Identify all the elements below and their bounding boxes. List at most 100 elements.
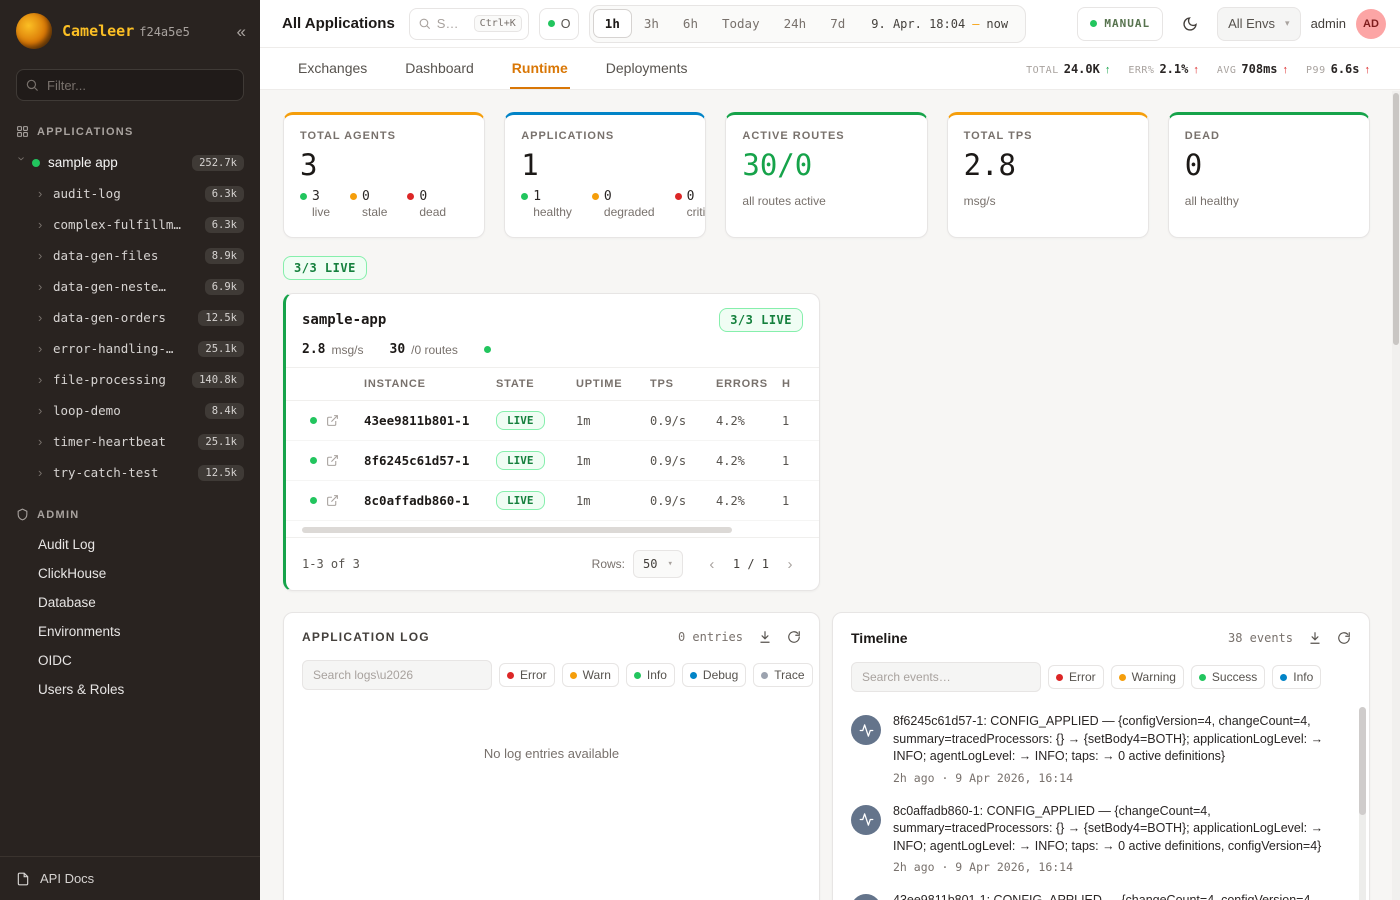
- instance-row[interactable]: 8f6245c61d57-1 LIVE 1m 0.9/s 4.2% 1: [286, 441, 819, 481]
- sidebar-item-environments[interactable]: Environments: [0, 617, 260, 646]
- overview-live-badge: 3/3 LIVE: [283, 256, 367, 280]
- count-badge: 140.8k: [192, 372, 244, 388]
- substats: 3 live 0 stale 0 dead: [300, 189, 468, 219]
- tab-runtime[interactable]: Runtime: [510, 48, 570, 89]
- time-range-7d[interactable]: 7d: [818, 9, 857, 38]
- timeline-scrollbar-thumb[interactable]: [1359, 707, 1366, 815]
- prev-page-button[interactable]: ‹: [699, 551, 725, 577]
- sidebar-item-audit-log-admin[interactable]: Audit Log: [0, 530, 260, 559]
- stat-card-applications: APPLICATIONS 1 1 healthy 0 degraded 0: [504, 112, 706, 238]
- sidebar-item-try-catch-test[interactable]: › try-catch-test 12.5k: [0, 457, 260, 488]
- chevron-right-icon[interactable]: ›: [38, 310, 53, 325]
- download-button[interactable]: [1308, 631, 1322, 645]
- substat-live: 3 live: [300, 189, 330, 219]
- sidebar-item-data-gen-orders[interactable]: › data-gen-orders 12.5k: [0, 302, 260, 333]
- time-range-6h[interactable]: 6h: [671, 9, 710, 38]
- instance-row[interactable]: 8c0affadb860-1 LIVE 1m 0.9/s 4.2% 1: [286, 481, 819, 521]
- window-scrollbar-thumb[interactable]: [1393, 93, 1399, 345]
- global-search-input[interactable]: S… Ctrl+K: [409, 8, 529, 40]
- time-range-24h[interactable]: 24h: [772, 9, 819, 38]
- instance-tps: 0.9/s: [650, 494, 716, 508]
- tab-exchanges[interactable]: Exchanges: [296, 48, 369, 89]
- external-link-icon[interactable]: [326, 414, 364, 427]
- connection-status-pill[interactable]: O: [539, 8, 579, 40]
- chevron-down-icon[interactable]: ›: [15, 157, 30, 169]
- instance-row[interactable]: 43ee9811b801-1 LIVE 1m 0.9/s 4.2% 1: [286, 401, 819, 441]
- substat-stale: 0 stale: [350, 189, 387, 219]
- timeline-search-input[interactable]: [851, 662, 1041, 692]
- user-name: admin: [1311, 16, 1346, 31]
- sidebar-item-data-gen-nested[interactable]: › data-gen-neste… 6.9k: [0, 271, 260, 302]
- log-filter-debug[interactable]: Debug: [682, 663, 746, 687]
- gray-dot: [761, 672, 768, 679]
- app-tps-unit: msg/s: [331, 343, 363, 357]
- external-link-icon[interactable]: [326, 454, 364, 467]
- sidebar-collapse-icon[interactable]: «: [237, 23, 246, 40]
- time-range-1h[interactable]: 1h: [593, 9, 632, 38]
- shield-icon: [16, 508, 29, 521]
- sidebar-item-loop-demo[interactable]: › loop-demo 8.4k: [0, 395, 260, 426]
- environment-select[interactable]: All Envs ▾: [1217, 7, 1301, 41]
- chip-label: Trace: [774, 668, 804, 682]
- stat-card-total-agents: TOTAL AGENTS 3 3 live 0 stale 0: [283, 112, 485, 238]
- timeline-scrollbar[interactable]: [1359, 707, 1366, 900]
- refresh-button[interactable]: [1337, 631, 1351, 645]
- chevron-right-icon[interactable]: ›: [38, 403, 53, 418]
- sidebar-item-error-handling[interactable]: › error-handling-… 25.1k: [0, 333, 260, 364]
- window-scrollbar[interactable]: [1392, 91, 1400, 900]
- chevron-right-icon[interactable]: ›: [38, 279, 53, 294]
- timeline-filter-warning[interactable]: Warning: [1111, 665, 1184, 689]
- next-page-button[interactable]: ›: [777, 551, 803, 577]
- refresh-button[interactable]: [787, 630, 801, 644]
- download-button[interactable]: [758, 630, 772, 644]
- sidebar-item-sample-app[interactable]: › sample app 252.7k: [0, 147, 260, 178]
- sidebar-item-complex-fulfillment[interactable]: › complex-fulfillm… 6.3k: [0, 209, 260, 240]
- chevron-right-icon[interactable]: ›: [38, 341, 53, 356]
- substat-num: 3: [312, 189, 320, 204]
- chevron-right-icon[interactable]: ›: [38, 217, 53, 232]
- sidebar-item-oidc[interactable]: OIDC: [0, 646, 260, 675]
- manual-refresh-button[interactable]: MANUAL: [1077, 7, 1163, 41]
- sidebar-item-database[interactable]: Database: [0, 588, 260, 617]
- horizontal-scrollbar[interactable]: [302, 527, 732, 533]
- log-filter-error[interactable]: Error: [499, 663, 555, 687]
- sidebar-item-data-gen-files[interactable]: › data-gen-files 8.9k: [0, 240, 260, 271]
- log-filter-warn[interactable]: Warn: [562, 663, 619, 687]
- log-filter-trace[interactable]: Trace: [753, 663, 812, 687]
- timeline-filter-success[interactable]: Success: [1191, 665, 1265, 689]
- tabbar: Exchanges Dashboard Runtime Deployments …: [260, 48, 1400, 90]
- timeline-filter-info[interactable]: Info: [1272, 665, 1321, 689]
- api-docs-link[interactable]: API Docs: [0, 856, 260, 900]
- timeline-event[interactable]: 8f6245c61d57-1: CONFIG_APPLIED — {config…: [833, 704, 1369, 794]
- user-avatar[interactable]: AD: [1356, 9, 1386, 39]
- log-filter-info[interactable]: Info: [626, 663, 675, 687]
- download-icon: [1308, 631, 1322, 645]
- external-link-icon[interactable]: [326, 494, 364, 507]
- date-range-display[interactable]: 9. Apr. 18:04 — now: [857, 17, 1022, 31]
- time-range-3h[interactable]: 3h: [632, 9, 671, 38]
- time-range-today[interactable]: Today: [710, 9, 772, 38]
- tab-deployments[interactable]: Deployments: [604, 48, 690, 89]
- dark-mode-toggle[interactable]: [1173, 7, 1207, 41]
- sidebar-item-file-processing[interactable]: › file-processing 140.8k: [0, 364, 260, 395]
- sidebar-item-audit-log[interactable]: › audit-log 6.3k: [0, 178, 260, 209]
- chevron-right-icon[interactable]: ›: [38, 186, 53, 201]
- timeline-event[interactable]: 8c0affadb860-1: CONFIG_APPLIED — {change…: [833, 794, 1369, 884]
- timeline-filter-error[interactable]: Error: [1048, 665, 1104, 689]
- log-search-input[interactable]: [302, 660, 492, 690]
- chevron-right-icon[interactable]: ›: [38, 248, 53, 263]
- chevron-right-icon[interactable]: ›: [38, 434, 53, 449]
- substat-critical: 0 criti: [675, 189, 706, 219]
- sidebar-item-timer-heartbeat[interactable]: › timer-heartbeat 25.1k: [0, 426, 260, 457]
- sidebar-item-clickhouse[interactable]: ClickHouse: [0, 559, 260, 588]
- stat-card-value: 2.8: [964, 148, 1132, 182]
- rows-per-page-select[interactable]: 50 ▾: [633, 550, 683, 578]
- chevron-right-icon[interactable]: ›: [38, 465, 53, 480]
- filter-input[interactable]: [16, 69, 244, 101]
- sidebar-item-users-roles[interactable]: Users & Roles: [0, 675, 260, 704]
- event-body: 8f6245c61d57-1: CONFIG_APPLIED — {config…: [893, 713, 1341, 785]
- timeline-event[interactable]: 43ee9811b801-1: CONFIG_APPLIED — {change…: [833, 883, 1369, 900]
- tab-dashboard[interactable]: Dashboard: [403, 48, 476, 89]
- environment-select-value: All Envs: [1228, 16, 1275, 31]
- chevron-right-icon[interactable]: ›: [38, 372, 53, 387]
